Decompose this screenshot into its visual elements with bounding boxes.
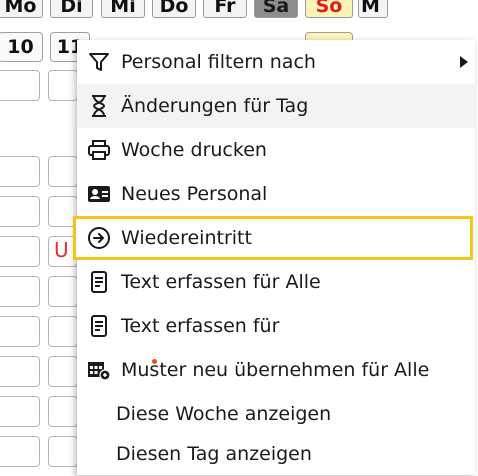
menu-item-text-for-all[interactable]: Text erfassen für Alle [77,260,475,304]
menu-item-label: Muster neu übernehmen für Alle [121,359,430,381]
schedule-cell[interactable] [48,356,78,387]
schedule-cell[interactable] [48,156,78,187]
schedule-cell[interactable] [0,196,40,227]
menu-item-filter-personnel[interactable]: Personal filtern nach [77,40,475,84]
weekday-header-thursday[interactable]: Do [152,0,196,18]
menu-item-text-for[interactable]: Text erfassen für [77,304,475,348]
schedule-cell[interactable] [48,436,78,467]
menu-item-reentry[interactable]: Wiedereintritt [73,216,473,260]
filter-icon [87,50,111,74]
schedule-cell[interactable] [48,316,78,347]
menu-item-label: Wiedereintritt [121,227,252,249]
hourglass-icon [87,94,111,118]
menu-item-print-week[interactable]: Woche drucken [77,128,475,172]
schedule-cell[interactable] [0,276,40,307]
menu-item-show-week[interactable]: Diese Woche anzeigen [77,392,475,436]
menu-item-label: Neues Personal [121,183,268,205]
weekday-header-tuesday[interactable]: Di [50,0,93,18]
menu-item-label: Woche drucken [121,139,267,161]
menu-item-new-personnel[interactable]: Neues Personal [77,172,475,216]
weekday-header-sunday[interactable]: So [305,0,353,18]
weekday-header-wednesday[interactable]: Mi [101,0,145,18]
schedule-cell[interactable] [0,156,40,187]
menu-item-label: Diesen Tag anzeigen [116,443,312,465]
cursor-marker [152,359,157,364]
menu-item-show-day[interactable]: Diesen Tag anzeigen [77,432,475,476]
id-card-icon [87,182,111,206]
arrow-circle-right-icon [87,226,111,250]
schedule-cell[interactable] [0,316,40,347]
menu-item-changes-for-day[interactable]: Änderungen für Tag [77,84,475,128]
schedule-cell[interactable] [0,356,40,387]
document-icon [87,270,111,294]
menu-item-apply-pattern-all[interactable]: Muster neu übernehmen für Alle [77,348,475,392]
context-menu: Personal filtern nach Änderungen für Tag… [73,40,475,476]
menu-item-label: Personal filtern nach [121,51,316,73]
menu-item-label: Text erfassen für Alle [121,271,321,293]
calendar-pattern-icon [87,358,111,382]
document-icon [87,314,111,338]
menu-item-label: Text erfassen für [121,315,280,337]
weekday-header-saturday[interactable]: Sa [254,0,298,18]
schedule-cell[interactable] [0,436,40,467]
absence-code: U [54,238,69,262]
printer-icon [87,138,111,162]
submenu-arrow-icon [459,54,469,73]
schedule-cell[interactable] [0,70,40,101]
schedule-cell[interactable] [48,70,78,101]
schedule-cell[interactable] [48,396,78,427]
weekday-header-friday[interactable]: Fr [203,0,247,18]
weekday-header-monday[interactable]: Mo [0,0,43,18]
schedule-cell[interactable] [48,276,78,307]
menu-item-label: Änderungen für Tag [121,95,309,117]
schedule-cell[interactable] [0,236,40,267]
date-cell-monday[interactable]: 10 [0,32,43,62]
menu-item-label: Diese Woche anzeigen [116,403,332,425]
weekday-header-next-monday[interactable]: M [358,0,388,18]
schedule-cell[interactable] [0,396,40,427]
